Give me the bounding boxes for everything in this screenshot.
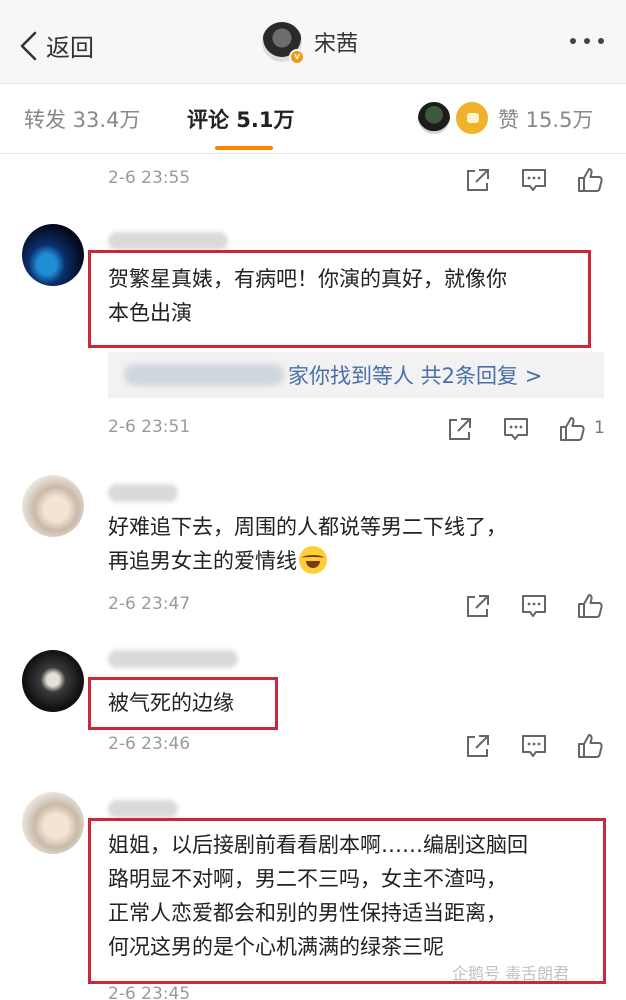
- comment-meta-row: 2-6 23:51 1: [108, 415, 608, 445]
- watermark: 企鹅号 毒舌朗君: [452, 964, 570, 983]
- page-title: 宋茜: [314, 32, 359, 57]
- blurred-username[interactable]: [108, 800, 178, 818]
- avatar: [454, 100, 490, 136]
- avatar[interactable]: [22, 475, 84, 537]
- more-icon[interactable]: [570, 38, 604, 44]
- comment-icon[interactable]: [520, 732, 548, 760]
- like-count: 1: [594, 418, 605, 438]
- comment-meta-row: 2-6 23:46: [108, 732, 608, 762]
- repost-icon[interactable]: [464, 732, 492, 760]
- repost-icon[interactable]: [464, 166, 492, 194]
- avatar[interactable]: [22, 224, 84, 286]
- comment-meta-row: 2-6 23:55: [108, 166, 608, 196]
- verified-badge-icon: v: [289, 49, 305, 65]
- title-group[interactable]: v 宋茜: [262, 22, 359, 65]
- comment-text: 姐姐，以后接剧前看看剧本啊……编剧这脑回 路明显不对啊，男二不三吗，女主不渣吗，…: [108, 833, 528, 959]
- comment-time: 2-6 23:51: [108, 417, 191, 437]
- liker-avatars[interactable]: [416, 100, 490, 136]
- comment-text: 贺繁星真婊，有病吧！你演的真好，就像你 本色出演: [108, 267, 507, 325]
- avatar: [416, 100, 452, 136]
- comment-time: 2-6 23:55: [108, 168, 191, 188]
- like-icon[interactable]: [558, 415, 586, 443]
- avatar[interactable]: [22, 650, 84, 712]
- avatar[interactable]: v: [262, 22, 305, 65]
- comment-meta-row: 2-6 23:47: [108, 592, 608, 622]
- reply-summary[interactable]: 等人 共2条回复 >: [372, 364, 542, 388]
- back-chevron-icon: [20, 31, 37, 60]
- comment-icon[interactable]: [520, 166, 548, 194]
- tab-likes[interactable]: 赞 15.5万: [498, 104, 593, 134]
- laugh-cry-emoji-icon: [299, 546, 327, 574]
- comment-icon[interactable]: [502, 415, 530, 443]
- like-icon[interactable]: [576, 592, 604, 620]
- back-button[interactable]: 返回: [18, 28, 94, 63]
- blurred-replier: [124, 364, 284, 386]
- blurred-username[interactable]: [108, 232, 228, 250]
- blurred-username[interactable]: [108, 484, 178, 502]
- tab-bar: 转发 33.4万 评论 5.1万 赞 15.5万: [0, 84, 626, 154]
- comment-time: 2-6 23:46: [108, 734, 191, 754]
- like-icon[interactable]: [576, 166, 604, 194]
- back-label: 返回: [46, 34, 94, 62]
- comment-time: 2-6 23:45: [108, 984, 191, 1000]
- comment-text: 好难追下去，周围的人都说等男二下线了， 再追男女主的爱情线: [108, 515, 507, 574]
- blurred-username[interactable]: [108, 650, 238, 668]
- comment-text: 被气死的边缘: [108, 691, 234, 715]
- tab-comments[interactable]: 评论 5.1万: [187, 104, 295, 134]
- comment-meta-row: 2-6 23:45: [108, 982, 608, 1000]
- repost-icon[interactable]: [446, 415, 474, 443]
- comment-time: 2-6 23:47: [108, 594, 191, 614]
- repost-icon[interactable]: [464, 592, 492, 620]
- like-icon[interactable]: [576, 732, 604, 760]
- active-tab-indicator: [215, 146, 273, 150]
- reply-preview[interactable]: 家你找到等人 共2条回复 >: [108, 352, 604, 398]
- top-nav-bar: 返回 v 宋茜: [0, 0, 626, 84]
- tab-repost[interactable]: 转发 33.4万: [24, 104, 140, 134]
- comment-icon[interactable]: [520, 592, 548, 620]
- reply-prefix: 家你找到: [288, 364, 372, 388]
- avatar[interactable]: [22, 792, 84, 854]
